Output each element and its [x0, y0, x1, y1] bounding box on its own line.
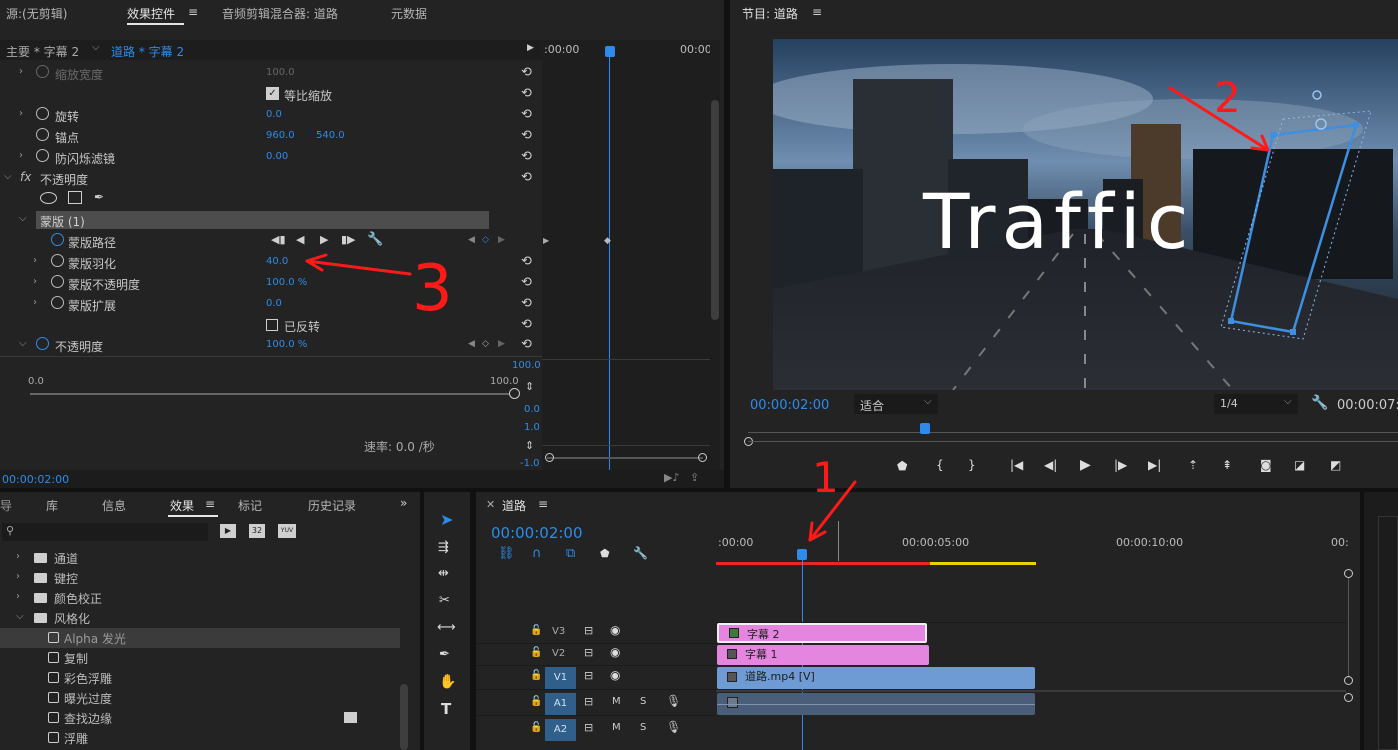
annotation-1: 1	[812, 453, 839, 502]
annotation-layer: 1 2 3	[305, 73, 1270, 542]
arrow-3-line	[305, 259, 412, 276]
annotation-2: 2	[1214, 73, 1241, 122]
annotation-3: 3	[412, 252, 453, 326]
